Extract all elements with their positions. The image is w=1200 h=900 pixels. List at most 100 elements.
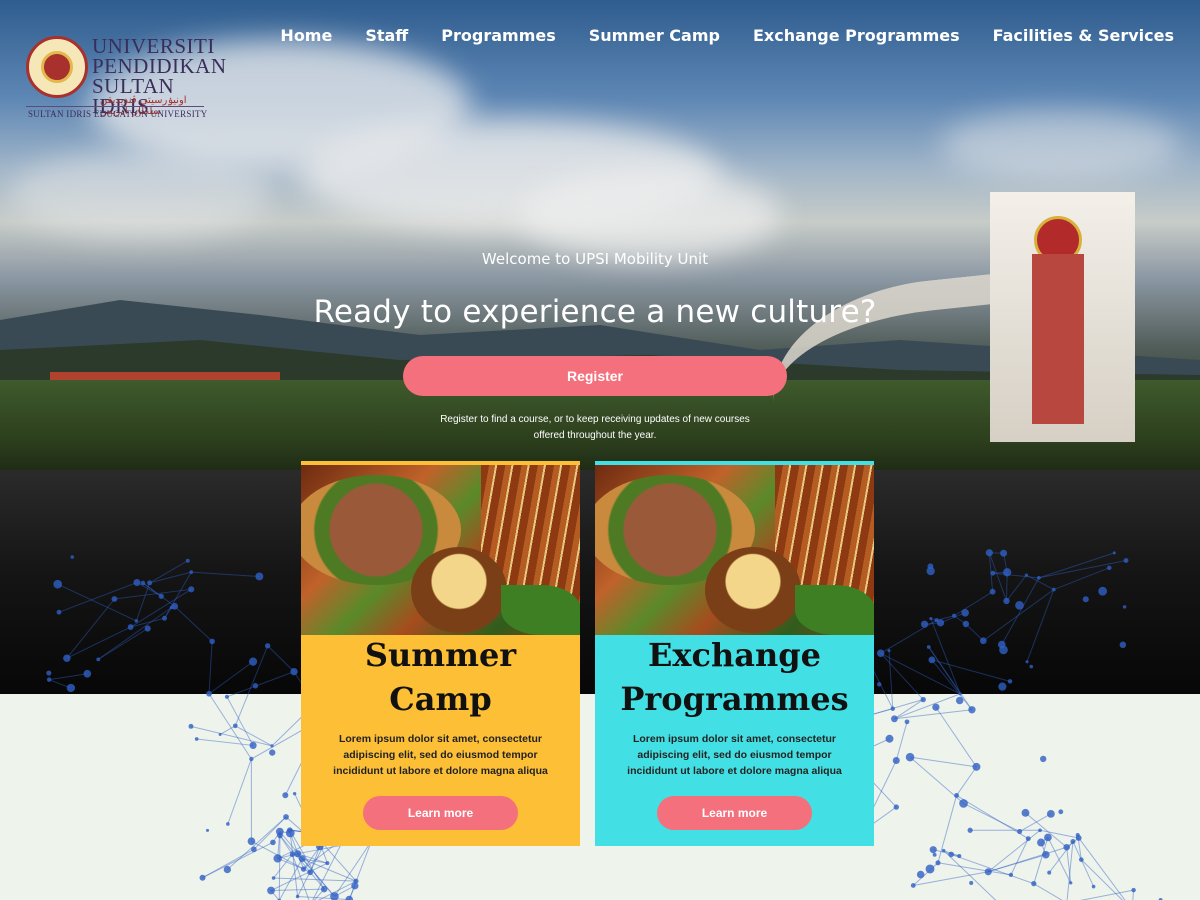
- network-node: [955, 696, 964, 705]
- network-node: [270, 839, 276, 846]
- network-link: [278, 835, 281, 900]
- network-node: [989, 588, 996, 595]
- network-node: [1106, 565, 1112, 571]
- network-node: [979, 637, 987, 645]
- nav-programmes[interactable]: Programmes: [441, 26, 555, 45]
- network-node: [127, 624, 134, 630]
- network-link: [149, 560, 189, 584]
- network-node: [962, 620, 970, 628]
- card-title: Summer Camp: [364, 636, 517, 718]
- network-link: [880, 652, 924, 700]
- network-node: [891, 715, 898, 723]
- network-node: [959, 799, 968, 808]
- network-node: [96, 657, 101, 662]
- network-node: [1015, 600, 1024, 610]
- hero-headline: Ready to experience a new culture?: [313, 294, 877, 330]
- network-link: [226, 671, 295, 698]
- card-title: Exchange Programmes: [620, 636, 849, 718]
- network-node: [1003, 597, 1010, 605]
- university-logo[interactable]: UNIVERSITI PENDIDIKAN SULTAN IDRIS اونيۏ…: [22, 36, 226, 122]
- nav-staff[interactable]: Staff: [365, 26, 408, 45]
- network-link: [202, 841, 274, 879]
- network-node: [1078, 857, 1084, 862]
- food-photo: [595, 465, 874, 635]
- network-node: [890, 706, 895, 711]
- network-node: [990, 570, 996, 576]
- network-node: [46, 677, 52, 682]
- network-node: [218, 732, 222, 736]
- network-node: [320, 885, 328, 893]
- card-description: Lorem ipsum dolor sit amet, consectetur …: [333, 733, 548, 777]
- network-node: [307, 869, 314, 876]
- network-node: [1063, 843, 1070, 851]
- network-node: [1008, 872, 1014, 878]
- network-link: [965, 623, 984, 642]
- summer-camp-card[interactable]: Summer Camp Lorem ipsum dolor sit amet, …: [301, 461, 580, 846]
- network-node: [267, 886, 275, 895]
- network-node: [910, 883, 916, 888]
- network-node: [1000, 549, 1008, 557]
- network-node: [283, 814, 289, 820]
- network-node: [273, 854, 282, 863]
- network-node: [252, 683, 259, 689]
- network-link: [57, 583, 137, 622]
- network-node: [984, 868, 992, 876]
- network-node: [1112, 551, 1116, 555]
- network-node: [951, 613, 957, 618]
- network-node: [277, 832, 283, 839]
- network-node: [1047, 870, 1052, 875]
- nav-home[interactable]: Home: [280, 26, 332, 45]
- network-node: [985, 549, 993, 557]
- network-link: [880, 652, 961, 695]
- network-node: [926, 566, 935, 576]
- summer-camp-learn-more-button[interactable]: Learn more: [363, 796, 518, 830]
- network-node: [247, 837, 256, 846]
- network-node: [1025, 660, 1029, 664]
- network-node: [926, 645, 931, 649]
- network-link: [943, 850, 997, 900]
- network-node: [948, 851, 955, 858]
- main-nav: Home Staff Programmes Summer Camp Exchan…: [280, 26, 1174, 45]
- network-link: [149, 571, 192, 584]
- network-node: [1131, 887, 1136, 893]
- network-node: [998, 682, 1007, 691]
- network-node: [893, 804, 899, 810]
- network-node: [264, 643, 271, 649]
- network-node: [248, 657, 258, 666]
- network-node: [46, 670, 52, 676]
- exchange-programmes-card[interactable]: Exchange Programmes Lorem ipsum dolor si…: [595, 461, 874, 846]
- network-node: [1123, 558, 1129, 563]
- network-node: [928, 656, 936, 664]
- network-node: [199, 874, 206, 881]
- network-node: [298, 855, 306, 863]
- network-node: [1046, 809, 1055, 818]
- network-node: [185, 558, 190, 563]
- network-node: [223, 865, 232, 874]
- network-node: [232, 723, 238, 729]
- network-node: [1038, 828, 1042, 833]
- network-node: [1031, 881, 1037, 887]
- network-link: [992, 572, 1039, 579]
- cloud: [940, 110, 1180, 180]
- nav-facilities-services[interactable]: Facilities & Services: [993, 26, 1174, 45]
- network-link: [208, 661, 254, 695]
- network-node: [935, 860, 941, 866]
- network-node: [968, 706, 976, 714]
- network-node: [1042, 850, 1050, 859]
- network-link: [66, 598, 115, 659]
- network-node: [1122, 605, 1127, 609]
- network-node: [206, 690, 212, 697]
- register-button[interactable]: Register: [403, 356, 787, 396]
- network-node: [188, 723, 194, 729]
- network-link: [1010, 838, 1029, 876]
- network-link: [913, 871, 989, 886]
- network-link: [866, 699, 924, 717]
- network-node: [249, 741, 257, 750]
- network-node: [1119, 641, 1127, 649]
- network-node: [1044, 833, 1052, 842]
- nav-summer-camp[interactable]: Summer Camp: [589, 26, 720, 45]
- nav-exchange-programmes[interactable]: Exchange Programmes: [753, 26, 960, 45]
- network-link: [227, 758, 252, 825]
- exchange-programmes-learn-more-button[interactable]: Learn more: [657, 796, 812, 830]
- network-link: [963, 802, 1020, 833]
